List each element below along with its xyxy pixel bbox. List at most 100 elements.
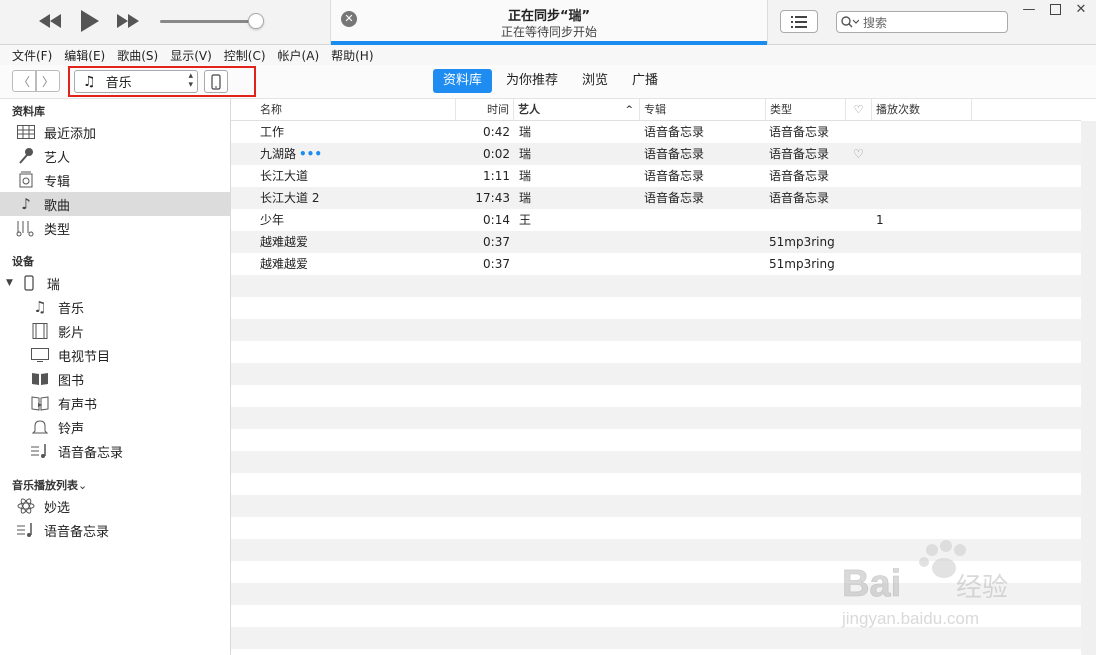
sync-subtitle: 正在等待同步开始: [500, 25, 597, 39]
volume-slider[interactable]: [160, 20, 256, 23]
playlists-heading[interactable]: 音乐播放列表⌄: [12, 477, 87, 493]
sidebar-item-device-tv[interactable]: 电视节目: [0, 343, 230, 367]
cell-name: 越难越爱: [260, 235, 309, 249]
baidu-paw-logo: Bai 经验 jingyan.baidu.com: [841, 540, 1008, 628]
library-heading: 资料库: [12, 105, 45, 118]
sidebar-item-recently-added[interactable]: 最近添加: [0, 120, 230, 144]
list-icon: [791, 15, 807, 28]
cell-name: 九湖路: [260, 147, 297, 161]
sidebar-item-device-movies[interactable]: 影片: [0, 319, 230, 343]
column-header-artist[interactable]: 艺人 ^: [514, 99, 640, 121]
sidebar-item-device-audiobooks[interactable]: 有声书: [0, 391, 230, 415]
table-row[interactable]: 长江大道 2 17:43 瑞 语音备忘录 语音备忘录: [231, 187, 1081, 209]
menu-controls[interactable]: 控制(C): [224, 47, 266, 64]
tab-radio[interactable]: 广播: [622, 69, 668, 93]
table-row[interactable]: 工作 0:42 瑞 语音备忘录 语音备忘录: [231, 121, 1081, 143]
cell-genre: 语音备忘录: [769, 169, 830, 183]
tab-browse[interactable]: 浏览: [572, 69, 618, 93]
book-icon: [30, 370, 50, 388]
iphone-icon: [211, 73, 221, 90]
cell-plays: [876, 253, 936, 275]
device-row[interactable]: ▼ 瑞: [0, 271, 230, 295]
more-options-icon[interactable]: •••: [299, 143, 322, 165]
menu-help[interactable]: 帮助(H): [331, 47, 373, 64]
up-next-button[interactable]: [780, 10, 818, 33]
menu-view[interactable]: 显示(V): [170, 47, 212, 64]
close-window-button[interactable]: ✕: [1068, 0, 1094, 18]
column-header-album[interactable]: 专辑: [640, 99, 766, 121]
cell-plays: [876, 187, 936, 209]
tab-library[interactable]: 资料库: [433, 69, 493, 93]
svg-text:Bai: Bai: [842, 563, 901, 605]
cell-genre: 语音备忘录: [769, 125, 830, 139]
play-button[interactable]: [76, 8, 104, 34]
genre-icon: [16, 219, 36, 237]
column-header-love[interactable]: ♡: [846, 99, 872, 121]
sidebar-item-playlist-voice-memos[interactable]: 语音备忘录: [0, 518, 230, 542]
chevron-right-icon: 〉: [41, 74, 54, 89]
sidebar-item-label: 类型: [44, 222, 71, 238]
column-header-genre[interactable]: 类型: [766, 99, 846, 121]
vertical-scrollbar[interactable]: [1081, 121, 1096, 655]
status-display: ✕ 正在同步“瑞” 正在等待同步开始: [330, 0, 768, 45]
device-button[interactable]: [204, 70, 228, 93]
play-icon: [81, 10, 99, 32]
cell-album: 语音备忘录: [644, 125, 705, 139]
cell-album: 语音备忘录: [644, 191, 705, 205]
cell-name: 长江大道 2: [260, 191, 320, 205]
genius-icon: [16, 497, 36, 515]
forward-button[interactable]: 〉: [36, 70, 60, 92]
back-button[interactable]: 〈: [12, 70, 36, 92]
fast-forward-button[interactable]: [114, 8, 142, 34]
search-field[interactable]: 搜索: [836, 11, 1008, 33]
cell-time: 0:14: [483, 213, 510, 227]
column-header-plays[interactable]: 播放次数: [872, 99, 972, 121]
table-row[interactable]: 越难越爱 0:37 51mp3ring: [231, 253, 1081, 275]
menu-edit[interactable]: 编辑(E): [64, 47, 105, 64]
close-icon: ✕: [1075, 1, 1087, 17]
sidebar-item-albums[interactable]: 专辑: [0, 168, 230, 192]
volume-knob[interactable]: [248, 13, 264, 29]
cell-genre: 51mp3ring: [769, 257, 835, 271]
empty-row: [231, 363, 1081, 385]
sidebar-item-device-tones[interactable]: 铃声: [0, 415, 230, 439]
maximize-button[interactable]: [1042, 0, 1068, 18]
table-row[interactable]: 少年 0:14 王 1: [231, 209, 1081, 231]
column-header-name[interactable]: 名称: [256, 99, 456, 121]
sync-title: 正在同步“瑞”: [507, 9, 591, 24]
title-bar: ✕ 正在同步“瑞” 正在等待同步开始 搜索 — ✕: [0, 0, 1096, 45]
table-row[interactable]: 长江大道 1:11 瑞 语音备忘录 语音备忘录: [231, 165, 1081, 187]
cell-genre: 语音备忘录: [769, 147, 830, 161]
maximize-icon: [1049, 3, 1061, 15]
sidebar-item-genius[interactable]: 妙选: [0, 494, 230, 518]
sidebar-item-device-music[interactable]: ♫ 音乐: [0, 295, 230, 319]
table-row[interactable]: 越难越爱 0:37 51mp3ring: [231, 231, 1081, 253]
baidu-watermark: Bai 经验 jingyan.baidu.com: [840, 538, 1040, 638]
cell-name: 少年: [260, 213, 285, 227]
cell-album: [644, 253, 764, 275]
sidebar-item-label: 艺人: [44, 150, 71, 166]
rewind-button[interactable]: [36, 8, 64, 34]
cell-artist: 瑞: [519, 125, 532, 139]
heart-icon[interactable]: ♡: [853, 143, 864, 165]
menu-account[interactable]: 帐户(A): [278, 47, 320, 64]
cell-artist: 瑞: [519, 191, 532, 205]
media-kind-select[interactable]: ♫ 音乐 ▴ ▾: [74, 70, 198, 93]
tv-icon: [30, 346, 50, 364]
tab-for-you[interactable]: 为你推荐: [496, 69, 568, 93]
sidebar-item-device-voice-memos[interactable]: 语音备忘录: [0, 439, 230, 463]
menu-file[interactable]: 文件(F): [12, 47, 52, 64]
column-header-time[interactable]: 时间: [456, 99, 514, 121]
sidebar-item-label: 妙选: [44, 500, 71, 516]
table-row[interactable]: 九湖路 0:02 瑞 语音备忘录 语音备忘录 ••• ♡: [231, 143, 1081, 165]
fast-forward-icon: [117, 14, 139, 28]
sidebar-item-genres[interactable]: 类型: [0, 216, 230, 240]
sidebar-item-songs[interactable]: ♪ 歌曲: [0, 192, 230, 216]
menu-song[interactable]: 歌曲(S): [117, 47, 158, 64]
sidebar-item-device-books[interactable]: 图书: [0, 367, 230, 391]
sidebar-item-label: 专辑: [44, 174, 71, 190]
sidebar-item-artists[interactable]: 艺人: [0, 144, 230, 168]
minimize-button[interactable]: —: [1016, 0, 1042, 18]
cell-plays: 1: [876, 213, 884, 227]
empty-row: [231, 473, 1081, 495]
